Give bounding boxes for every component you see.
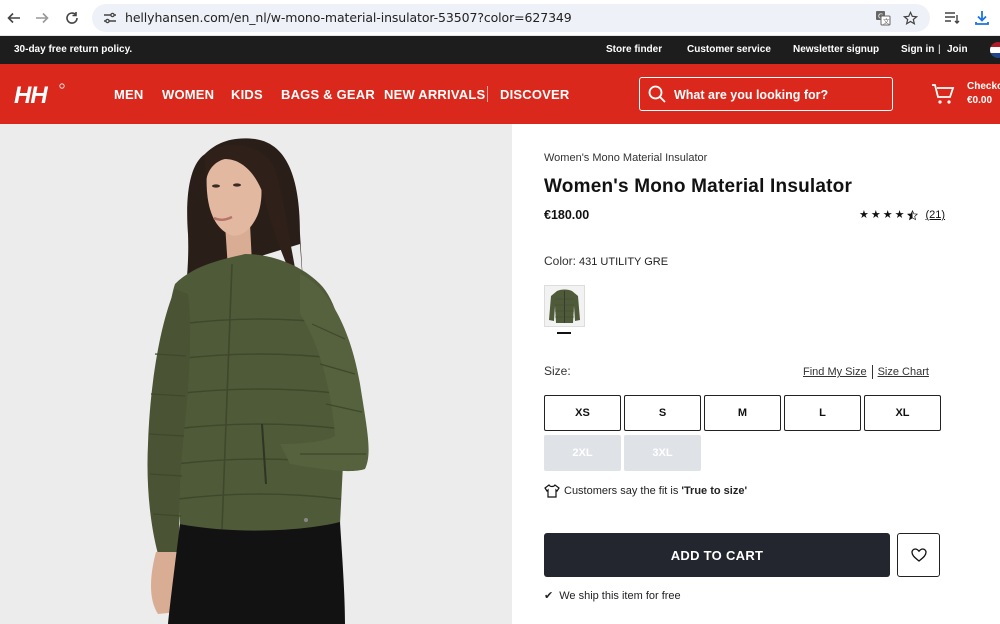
main-header: HH MEN WOMEN KIDS BAGS & GEAR NEW ARRIVA…	[0, 64, 1000, 124]
ship-note-text: We ship this item for free	[559, 589, 681, 602]
size-2xl-button[interactable]: 2XL	[544, 435, 621, 471]
reload-icon	[66, 12, 78, 24]
search-icon	[648, 85, 666, 103]
jacket-thumbnail	[545, 286, 584, 326]
nav-bags-gear[interactable]: BAGS & GEAR	[281, 87, 375, 102]
rating-count[interactable]: (21)	[926, 209, 946, 221]
color-row: Color: 431 UTILITY GRE	[544, 254, 668, 268]
nav-discover[interactable]: DISCOVER	[500, 87, 570, 102]
address-bar[interactable]: hellyhansen.com/en_nl/w-mono-material-in…	[92, 4, 930, 32]
svg-text:文: 文	[883, 17, 890, 26]
newsletter-signup-link[interactable]: Newsletter signup	[793, 44, 879, 55]
nav-divider	[487, 86, 488, 102]
nav-kids[interactable]: KIDS	[231, 87, 263, 102]
cart-checkout-label: Checko	[967, 81, 1000, 92]
size-links-divider	[871, 365, 873, 379]
customer-service-link[interactable]: Customer service	[687, 44, 771, 55]
product-price: €180.00	[544, 208, 590, 222]
product-rating[interactable]: ★ ★ ★ ★ (21)	[859, 209, 945, 221]
cart-checkout[interactable]: Checko €0.00	[967, 80, 1000, 108]
utility-bar: 30-day free return policy. Store finder …	[0, 36, 1000, 64]
cart-icon[interactable]	[931, 83, 955, 105]
product-details: Women's Mono Material Insulator Women's …	[512, 124, 1000, 624]
translate-icon[interactable]: G文	[874, 9, 892, 27]
size-xl-button[interactable]: XL	[864, 395, 941, 431]
size-3xl-button[interactable]: 3XL	[624, 435, 701, 471]
arrow-right-icon	[36, 12, 49, 24]
ship-note: ✔ We ship this item for free	[544, 589, 681, 603]
reload-button[interactable]	[60, 6, 84, 30]
tshirt-icon	[544, 484, 560, 498]
return-policy-text: 30-day free return policy.	[14, 44, 133, 55]
download-icon[interactable]	[972, 8, 992, 28]
color-swatch[interactable]	[544, 285, 585, 327]
size-s-button[interactable]: S	[624, 395, 701, 431]
fit-text: Customers say the fit is	[564, 485, 679, 497]
star-icon: ★	[859, 209, 869, 221]
store-finder-link[interactable]: Store finder	[606, 44, 662, 55]
fit-note: Customers say the fit is 'True to size'	[544, 484, 747, 498]
nav-men[interactable]: MEN	[114, 87, 144, 102]
search-placeholder: What are you looking for?	[674, 88, 829, 102]
arrow-left-icon	[7, 12, 20, 24]
util-separator: |	[938, 44, 941, 55]
size-xs-button[interactable]: XS	[544, 395, 621, 431]
netherlands-flag-icon[interactable]	[990, 42, 1000, 58]
wishlist-button[interactable]	[897, 533, 940, 577]
size-label: Size:	[544, 364, 571, 378]
tune-icon[interactable]	[102, 10, 118, 26]
color-value: 431 UTILITY GRE	[579, 256, 669, 268]
join-link[interactable]: Join	[947, 44, 968, 55]
nav-women[interactable]: WOMEN	[162, 87, 214, 102]
cart-total: €0.00	[967, 95, 993, 106]
forward-button[interactable]	[30, 6, 54, 30]
add-to-cart-button[interactable]: ADD TO CART	[544, 533, 890, 577]
star-icon: ★	[882, 209, 893, 221]
size-l-button[interactable]: L	[784, 395, 861, 431]
svg-text:HH: HH	[14, 82, 48, 108]
half-star-icon	[906, 209, 918, 220]
url-text[interactable]: hellyhansen.com/en_nl/w-mono-material-in…	[125, 10, 572, 25]
fit-value: 'True to size'	[681, 485, 748, 497]
product-image[interactable]	[0, 124, 512, 624]
product-title: Women's Mono Material Insulator	[544, 176, 853, 197]
find-my-size-link[interactable]: Find My Size	[803, 366, 867, 378]
size-m-button[interactable]: M	[704, 395, 781, 431]
browser-toolbar: hellyhansen.com/en_nl/w-mono-material-in…	[0, 0, 1000, 36]
model-photo	[0, 124, 512, 624]
helly-hansen-logo[interactable]: HH	[14, 82, 68, 109]
heart-icon	[910, 548, 927, 562]
sign-in-link[interactable]: Sign in	[901, 44, 934, 55]
list-icon[interactable]	[942, 8, 962, 28]
swatch-selected-indicator	[557, 332, 571, 334]
star-icon[interactable]	[901, 9, 919, 27]
star-icon: ★	[894, 209, 905, 221]
product-name-small: Women's Mono Material Insulator	[544, 152, 708, 164]
check-icon: ✔	[544, 590, 554, 602]
back-button[interactable]	[2, 6, 26, 30]
size-chart-link[interactable]: Size Chart	[878, 366, 929, 378]
nav-new-arrivals[interactable]: NEW ARRIVALS	[384, 87, 485, 102]
size-links: Find My Size Size Chart	[803, 365, 929, 379]
color-label: Color:	[544, 254, 577, 268]
star-icon: ★	[870, 209, 881, 221]
search-input[interactable]: What are you looking for?	[639, 77, 893, 111]
